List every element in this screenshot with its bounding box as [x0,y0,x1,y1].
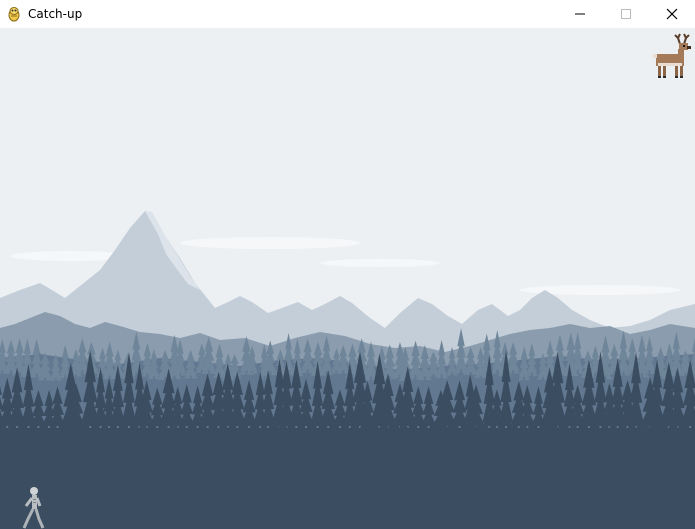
deer-sprite [653,33,691,78]
pygame-snake-icon [6,6,22,22]
maximize-icon [621,9,631,19]
maximize-button[interactable] [603,0,649,28]
minimize-button[interactable] [557,0,603,28]
window-title: Catch-up [28,7,83,21]
background-scene [0,211,695,529]
game-canvas[interactable] [0,28,695,529]
close-icon [666,8,678,20]
minimize-icon [575,9,585,19]
title-bar[interactable]: Catch-up [0,0,695,28]
window-controls [557,0,695,28]
close-button[interactable] [649,0,695,28]
skeleton-sprite [22,487,45,529]
game-window: Catch-up [0,0,695,529]
forest-floor [0,428,695,529]
